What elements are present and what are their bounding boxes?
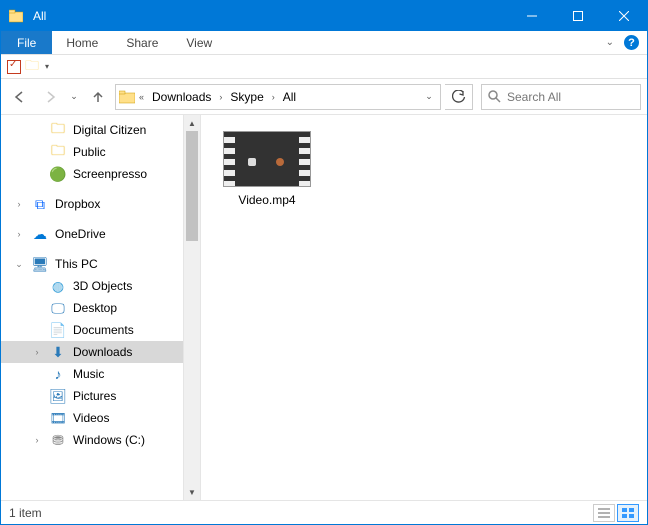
qat-properties-icon[interactable] bbox=[7, 60, 21, 74]
ribbon: File Home Share View ⌄ ? bbox=[1, 31, 647, 55]
3dobjects-icon: ◍ bbox=[49, 278, 67, 295]
tree-label: 3D Objects bbox=[73, 279, 132, 293]
content-area[interactable]: Video.mp4 bbox=[201, 115, 647, 500]
tree-label: Music bbox=[73, 367, 104, 381]
window-icon bbox=[1, 9, 31, 23]
breadcrumb-overflow-icon[interactable]: « bbox=[136, 85, 147, 109]
desktop-icon: 🖵 bbox=[49, 300, 67, 317]
dropbox-icon: ⧉ bbox=[31, 196, 49, 213]
ribbon-tab-home[interactable]: Home bbox=[52, 31, 112, 54]
tree-item[interactable]: 🟢 Screenpresso bbox=[1, 163, 183, 185]
tree-label: Documents bbox=[73, 323, 134, 337]
status-bar: 1 item bbox=[1, 500, 647, 524]
expand-icon[interactable]: › bbox=[31, 347, 43, 357]
onedrive-icon: ☁ bbox=[31, 226, 49, 243]
close-button[interactable] bbox=[601, 1, 647, 31]
video-thumbnail-icon bbox=[223, 131, 311, 187]
tree-label: Public bbox=[73, 145, 106, 159]
help-icon[interactable]: ? bbox=[624, 35, 639, 50]
tree-item-dropbox[interactable]: › ⧉ Dropbox bbox=[1, 193, 183, 215]
breadcrumb-item[interactable]: All bbox=[278, 85, 301, 109]
navigation-bar: ⌄ « Downloads › Skype › All ⌄ Search All bbox=[1, 79, 647, 115]
file-name: Video.mp4 bbox=[217, 193, 317, 207]
forward-button[interactable] bbox=[37, 84, 63, 110]
tree-item[interactable]: 🖼 Pictures bbox=[1, 385, 183, 407]
scroll-up-icon[interactable]: ▲ bbox=[184, 115, 200, 131]
expand-icon[interactable]: › bbox=[13, 229, 25, 239]
tree-item[interactable]: ♪ Music bbox=[1, 363, 183, 385]
ribbon-expand-icon[interactable]: ⌄ bbox=[606, 37, 614, 48]
tree-label: Downloads bbox=[73, 345, 132, 359]
tree-label: This PC bbox=[55, 257, 98, 271]
screenpresso-icon: 🟢 bbox=[49, 166, 67, 183]
navpane-scrollbar[interactable]: ▲ ▼ bbox=[183, 115, 200, 500]
tree-label: OneDrive bbox=[55, 227, 106, 241]
status-text: 1 item bbox=[9, 506, 42, 520]
breadcrumb-item[interactable]: Downloads bbox=[147, 85, 216, 109]
tree-label: Desktop bbox=[73, 301, 117, 315]
refresh-button[interactable] bbox=[445, 84, 473, 110]
tree-label: Screenpresso bbox=[73, 167, 147, 181]
expand-icon[interactable]: › bbox=[13, 199, 25, 209]
tree-item[interactable]: 🎞 Videos bbox=[1, 407, 183, 429]
search-icon bbox=[488, 90, 501, 103]
tree-item-onedrive[interactable]: › ☁ OneDrive bbox=[1, 223, 183, 245]
file-item[interactable]: Video.mp4 bbox=[217, 131, 317, 207]
folder-icon: 🗀 bbox=[49, 140, 67, 164]
qat-newfolder-icon[interactable]: 🗀 bbox=[25, 55, 39, 79]
tree-label: Videos bbox=[73, 411, 109, 425]
tree-item[interactable]: › ⛃ Windows (C:) bbox=[1, 429, 183, 451]
address-history-icon[interactable]: ⌄ bbox=[420, 91, 438, 102]
tree-label: Pictures bbox=[73, 389, 116, 403]
folder-icon: 🗀 bbox=[49, 118, 67, 142]
tree-item[interactable]: 🗀 Digital Citizen bbox=[1, 119, 183, 141]
maximize-button[interactable] bbox=[555, 1, 601, 31]
scroll-thumb[interactable] bbox=[186, 131, 198, 241]
tree-label: Dropbox bbox=[55, 197, 100, 211]
pictures-icon: 🖼 bbox=[49, 388, 67, 405]
ribbon-tab-view[interactable]: View bbox=[172, 31, 226, 54]
search-placeholder: Search All bbox=[507, 90, 561, 104]
ribbon-tab-share[interactable]: Share bbox=[112, 31, 172, 54]
scroll-down-icon[interactable]: ▼ bbox=[184, 484, 200, 500]
breadcrumb-item[interactable]: Skype bbox=[225, 85, 268, 109]
title-bar: All bbox=[1, 1, 647, 31]
documents-icon: 📄 bbox=[49, 322, 67, 339]
address-bar[interactable]: « Downloads › Skype › All ⌄ bbox=[115, 84, 441, 110]
details-view-button[interactable] bbox=[593, 504, 615, 522]
navigation-pane: 🗀 Digital Citizen 🗀 Public 🟢 Screenpresso ›… bbox=[1, 115, 201, 500]
music-icon: ♪ bbox=[49, 366, 67, 382]
videos-icon: 🎞 bbox=[49, 410, 67, 427]
icons-view-button[interactable] bbox=[617, 504, 639, 522]
tree-label: Digital Citizen bbox=[73, 123, 146, 137]
qat-customize-icon[interactable]: ▾ bbox=[45, 62, 49, 71]
thispc-icon: 🖥 bbox=[31, 256, 49, 273]
tree-label: Windows (C:) bbox=[73, 433, 145, 447]
search-box[interactable]: Search All bbox=[481, 84, 641, 110]
expand-icon[interactable]: › bbox=[31, 435, 43, 445]
collapse-icon[interactable]: ⌄ bbox=[13, 259, 25, 270]
tree-item[interactable]: 🗀 Public bbox=[1, 141, 183, 163]
minimize-button[interactable] bbox=[509, 1, 555, 31]
tree-item[interactable]: 🖵 Desktop bbox=[1, 297, 183, 319]
window-title: All bbox=[31, 9, 509, 23]
up-button[interactable] bbox=[85, 84, 111, 110]
file-tab[interactable]: File bbox=[1, 31, 52, 54]
downloads-icon: ⬇ bbox=[49, 344, 67, 361]
chevron-right-icon[interactable]: › bbox=[269, 85, 278, 109]
address-folder-icon bbox=[118, 90, 136, 104]
recent-locations-button[interactable]: ⌄ bbox=[67, 84, 81, 110]
back-button[interactable] bbox=[7, 84, 33, 110]
chevron-right-icon[interactable]: › bbox=[216, 85, 225, 109]
tree-item[interactable]: 📄 Documents bbox=[1, 319, 183, 341]
quick-access-toolbar: 🗀 ▾ bbox=[1, 55, 647, 79]
tree-item-thispc[interactable]: ⌄ 🖥 This PC bbox=[1, 253, 183, 275]
tree-item-downloads[interactable]: › ⬇ Downloads bbox=[1, 341, 183, 363]
drive-icon: ⛃ bbox=[49, 432, 67, 449]
tree-item[interactable]: ◍ 3D Objects bbox=[1, 275, 183, 297]
